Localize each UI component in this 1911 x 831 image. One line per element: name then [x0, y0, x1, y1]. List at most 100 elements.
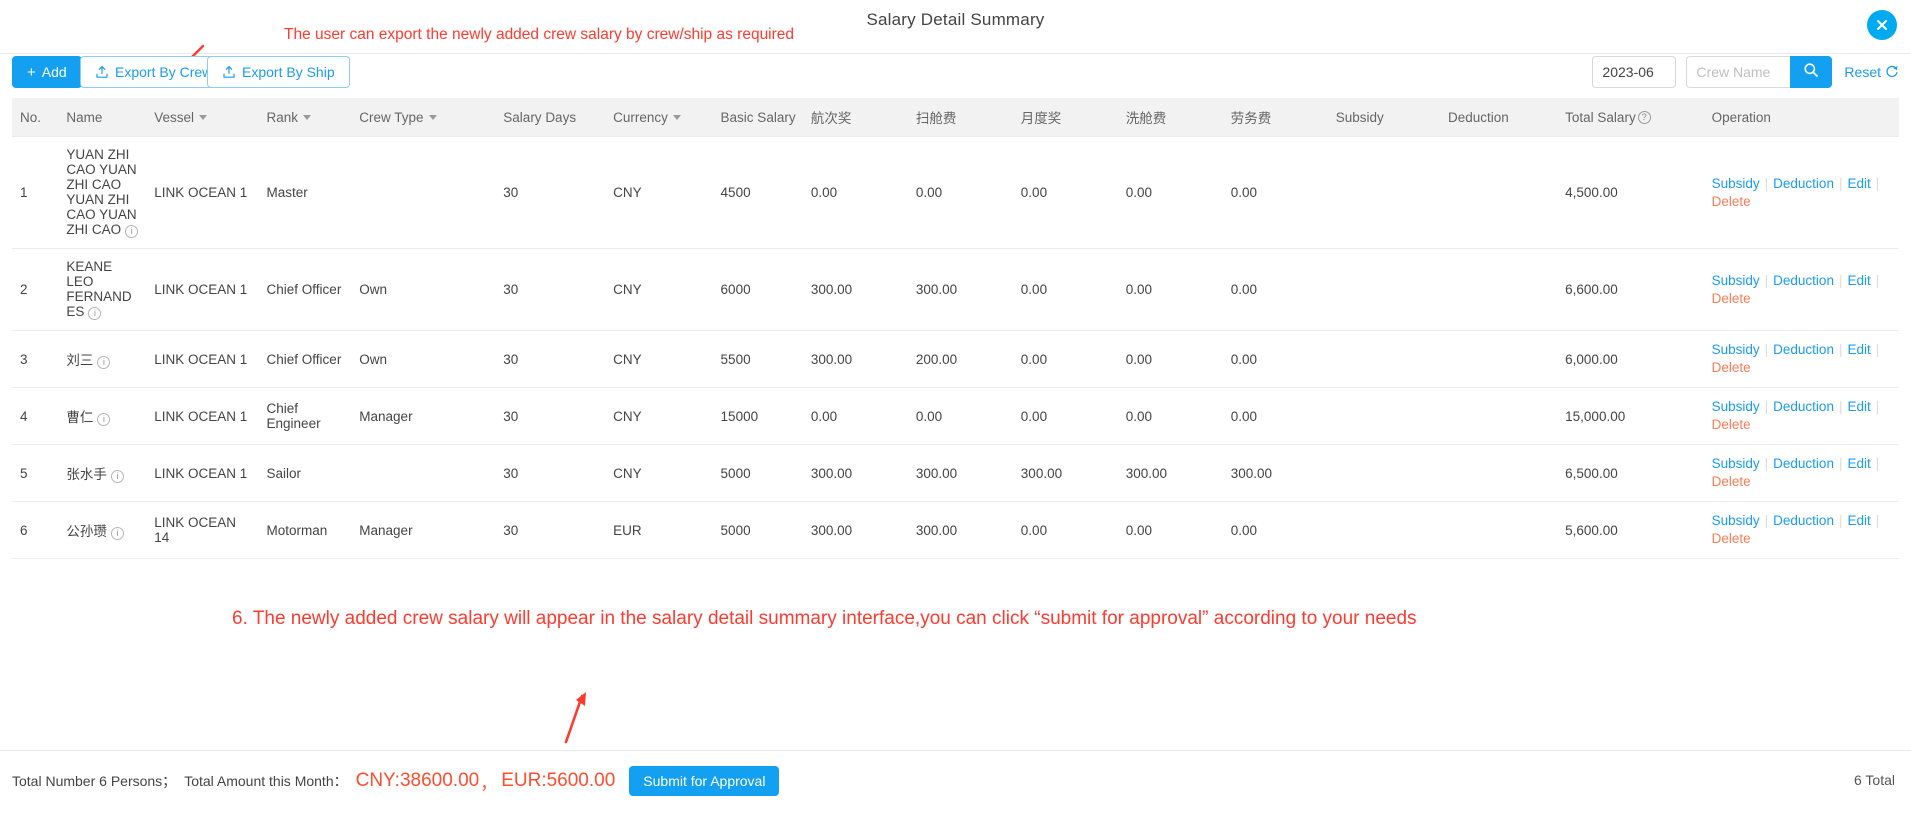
delete-link[interactable]: Delete [1712, 194, 1751, 209]
cell-total-salary: 5,600.00 [1557, 501, 1704, 559]
cell-no: 3 [12, 330, 59, 388]
column-label: Currency [613, 109, 668, 125]
cell-basic-salary: 5000 [712, 501, 803, 559]
cell-crew-type: Manager [351, 387, 496, 445]
cell-voyage-bonus-text: 0.00 [810, 408, 838, 424]
cell-labor-fee: 0.00 [1222, 501, 1328, 559]
cell-deduction [1439, 444, 1558, 502]
cell-basic-salary-text: 5000 [720, 522, 751, 538]
column-label: Deduction [1447, 109, 1509, 125]
crew-name-text: 张水手 [66, 467, 107, 482]
operation-separator: | [1838, 513, 1843, 528]
subsidy-link[interactable]: Subsidy [1712, 456, 1760, 471]
footer-divider [0, 750, 1911, 751]
subsidy-link[interactable]: Subsidy [1712, 513, 1760, 528]
cell-rank: Chief Officer [258, 330, 352, 388]
info-icon[interactable]: i [110, 527, 124, 540]
search-icon [1803, 62, 1819, 83]
subsidy-link[interactable]: Subsidy [1712, 273, 1760, 288]
column-header-rank[interactable]: Rank [258, 98, 352, 137]
deduction-link[interactable]: Deduction [1773, 513, 1834, 528]
export-by-ship-button[interactable]: Export By Ship [207, 56, 350, 88]
cell-vessel: LINK OCEAN 1 [146, 136, 259, 249]
column-header-crew-type[interactable]: Crew Type [351, 98, 496, 137]
edit-link[interactable]: Edit [1847, 513, 1870, 528]
cell-tank-sweep-fee-text: 0.00 [915, 185, 943, 200]
reset-label: Reset [1844, 64, 1881, 80]
edit-link[interactable]: Edit [1847, 399, 1870, 414]
subsidy-link[interactable]: Subsidy [1712, 342, 1760, 357]
subsidy-link[interactable]: Subsidy [1712, 399, 1760, 414]
cell-no: 1 [12, 136, 59, 249]
edit-link[interactable]: Edit [1847, 342, 1870, 357]
edit-link[interactable]: Edit [1847, 456, 1870, 471]
salary-table-container: No. Name Vessel Rank Crew Type Salary Da… [12, 98, 1899, 559]
delete-link[interactable]: Delete [1712, 360, 1751, 375]
cell-salary-days: 30 [495, 248, 606, 331]
cell-tank-wash-fee: 0.00 [1117, 387, 1223, 445]
deduction-link[interactable]: Deduction [1773, 399, 1834, 414]
subsidy-link[interactable]: Subsidy [1712, 176, 1760, 191]
month-picker[interactable]: 2023-06 [1592, 56, 1677, 88]
cell-monthly-bonus: 300.00 [1012, 444, 1118, 502]
cell-salary-days-text: 30 [503, 522, 519, 538]
table-row: 1 YUAN ZHI CAO YUAN ZHI CAO YUAN ZHI CAO … [12, 136, 1899, 249]
info-icon[interactable]: i [125, 225, 139, 238]
close-icon[interactable] [1867, 10, 1897, 40]
export-by-crew-button[interactable]: Export By Crew [80, 56, 228, 88]
cell-total-salary-text: 6,500.00 [1565, 465, 1618, 481]
cell-deduction [1439, 387, 1558, 445]
search-button[interactable] [1790, 56, 1833, 88]
column-header-currency[interactable]: Currency [605, 98, 713, 137]
operation-separator: | [1764, 342, 1769, 357]
delete-link[interactable]: Delete [1712, 531, 1751, 546]
cell-voyage-bonus: 300.00 [802, 248, 908, 331]
cell-tank-wash-fee: 300.00 [1117, 444, 1223, 502]
deduction-link[interactable]: Deduction [1773, 342, 1834, 357]
cell-rank: Chief Officer [258, 248, 352, 331]
cell-vessel-text: LINK OCEAN 1 [154, 185, 248, 200]
delete-link[interactable]: Delete [1712, 291, 1751, 306]
cell-vessel-text: LINK OCEAN 14 [154, 515, 237, 545]
column-label: Name [66, 109, 103, 125]
crew-name-input[interactable] [1686, 56, 1791, 88]
operation-separator: | [1875, 272, 1880, 288]
cell-subsidy [1327, 501, 1440, 559]
column-header-deduction: Deduction [1439, 98, 1558, 137]
cell-crew-type: Manager [351, 501, 496, 559]
cell-rank-text: Chief Officer [266, 282, 342, 297]
column-header-vessel[interactable]: Vessel [146, 98, 259, 137]
add-button[interactable]: + Add [12, 56, 82, 88]
delete-link[interactable]: Delete [1712, 417, 1751, 432]
cell-tank-wash-fee-text: 0.00 [1125, 185, 1153, 200]
deduction-link[interactable]: Deduction [1773, 273, 1834, 288]
upload-icon [222, 65, 236, 79]
reset-button[interactable]: Reset [1844, 64, 1899, 81]
info-icon[interactable]: i [97, 356, 111, 369]
cell-voyage-bonus: 300.00 [802, 330, 908, 388]
column-label: Rank [266, 109, 299, 125]
annotation-middle-note: 6. The newly added crew salary will appe… [232, 608, 1417, 629]
info-icon[interactable]: i [110, 470, 124, 483]
cell-monthly-bonus: 0.00 [1012, 136, 1118, 249]
deduction-link[interactable]: Deduction [1773, 176, 1834, 191]
cell-labor-fee-text: 0.00 [1230, 282, 1258, 297]
cell-no-text: 2 [20, 282, 28, 297]
help-icon[interactable]: ? [1637, 111, 1651, 125]
deduction-link[interactable]: Deduction [1773, 456, 1834, 471]
submit-for-approval-button[interactable]: Submit for Approval [629, 766, 780, 796]
table-row: 5 张水手 i LINK OCEAN 1 Sailor 30 CNY 5000 300.00 30… [12, 444, 1899, 502]
info-icon[interactable]: i [97, 413, 111, 426]
cell-voyage-bonus: 0.00 [802, 387, 908, 445]
info-icon[interactable]: i [88, 307, 102, 320]
cell-currency: CNY [605, 136, 713, 249]
cell-basic-salary-text: 5500 [720, 351, 751, 367]
edit-link[interactable]: Edit [1847, 273, 1870, 288]
toolbar: + Add Export By Crew Export By Ship 2023… [0, 54, 1911, 100]
cell-vessel: LINK OCEAN 1 [146, 444, 259, 502]
delete-link[interactable]: Delete [1712, 474, 1751, 489]
cell-vessel: LINK OCEAN 14 [146, 501, 259, 559]
edit-link[interactable]: Edit [1847, 176, 1870, 191]
cell-currency: CNY [605, 248, 713, 331]
cell-salary-days-text: 30 [503, 351, 519, 367]
